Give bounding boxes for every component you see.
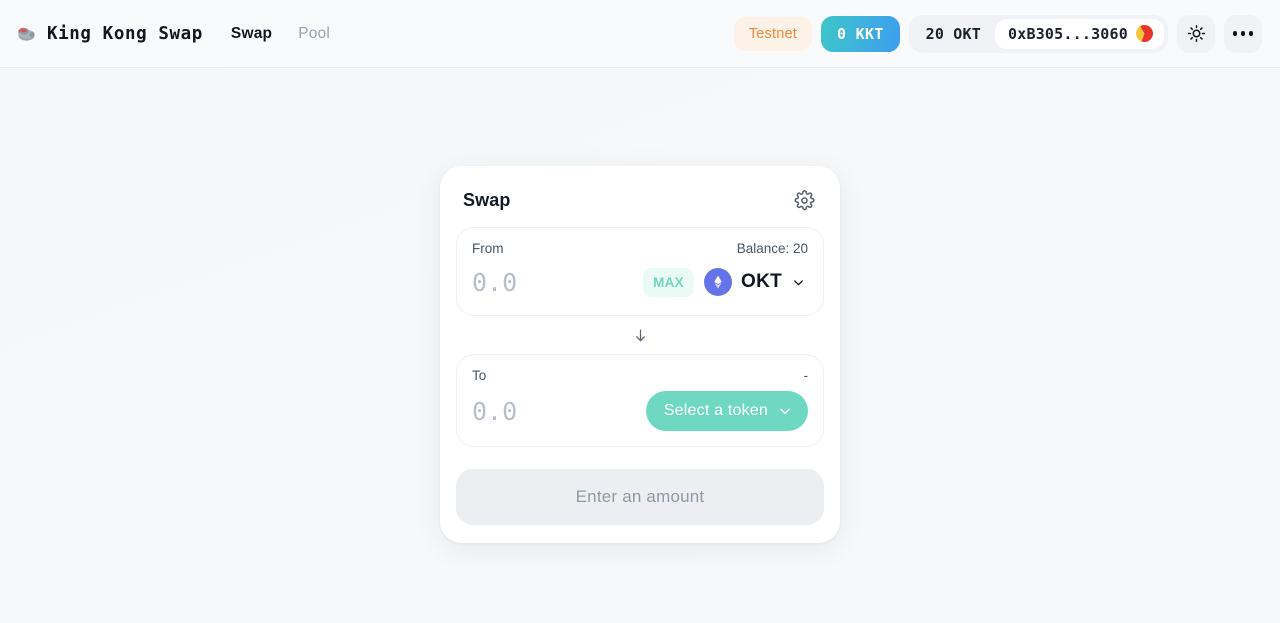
swap-card-header: Swap	[456, 182, 824, 227]
more-menu-button[interactable]	[1224, 14, 1262, 53]
chevron-down-icon	[780, 408, 790, 415]
ellipsis-icon	[1232, 31, 1254, 36]
diamond-glyph-icon	[714, 275, 722, 289]
wallet-group: 20 OKT 0xB305...3060	[908, 14, 1168, 53]
from-label: From	[472, 241, 504, 256]
brand[interactable]: King Kong Swap	[14, 22, 203, 46]
select-token-label: Select a token	[663, 402, 768, 419]
wallet-address-text: 0xB305...3060	[1008, 24, 1128, 43]
from-amount-input[interactable]	[472, 267, 636, 297]
swap-to-field: To - Select a token	[456, 354, 824, 447]
main-nav: Swap Pool	[229, 21, 332, 47]
to-token-selector[interactable]: Select a token	[645, 391, 808, 431]
network-badge[interactable]: Testnet	[733, 16, 812, 51]
theme-toggle-button[interactable]	[1177, 14, 1215, 53]
header-actions: Testnet 0 KKT 20 OKT 0xB305...3060	[733, 14, 1262, 53]
from-field-header: From Balance: 20	[472, 241, 808, 256]
app-header: King Kong Swap Swap Pool Testnet 0 KKT 2…	[0, 0, 1280, 68]
from-token-symbol: OKT	[740, 271, 782, 292]
gorilla-icon	[18, 27, 35, 41]
wallet-avatar-icon	[1136, 25, 1153, 42]
from-field-row: MAX OKT	[472, 264, 808, 300]
main-content: Swap From Balance: 20 MAX	[0, 68, 1280, 623]
from-balance-text: Balance: 20	[736, 241, 808, 256]
swap-title: Swap	[463, 190, 511, 210]
swap-submit-button[interactable]: Enter an amount	[456, 469, 824, 525]
kkt-balance-badge[interactable]: 0 KKT	[820, 15, 900, 52]
ethereum-diamond-icon	[703, 268, 732, 296]
gear-icon	[794, 190, 815, 211]
swap-settings-button[interactable]	[792, 188, 817, 213]
to-amount-input[interactable]	[472, 396, 638, 426]
brand-name: King Kong Swap	[47, 23, 203, 44]
from-token-selector[interactable]: OKT	[702, 266, 808, 298]
nav-link-pool[interactable]: Pool	[296, 21, 332, 47]
wallet-address-button[interactable]: 0xB305...3060	[995, 18, 1164, 49]
max-button[interactable]: MAX	[643, 267, 694, 297]
swap-card: Swap From Balance: 20 MAX	[440, 166, 840, 543]
to-balance-text: -	[803, 368, 809, 383]
wallet-balance: 20 OKT	[925, 24, 981, 43]
to-field-header: To -	[472, 368, 808, 383]
swap-direction-row	[456, 316, 824, 354]
swap-direction-button[interactable]	[630, 324, 651, 347]
to-label: To	[472, 368, 487, 383]
chevron-down-icon	[794, 279, 803, 285]
nav-link-swap[interactable]: Swap	[229, 21, 274, 47]
sun-icon	[1187, 24, 1205, 43]
arrow-down-icon	[635, 329, 645, 341]
to-field-row: Select a token	[472, 391, 808, 431]
swap-from-field: From Balance: 20 MAX OKT	[456, 227, 824, 316]
